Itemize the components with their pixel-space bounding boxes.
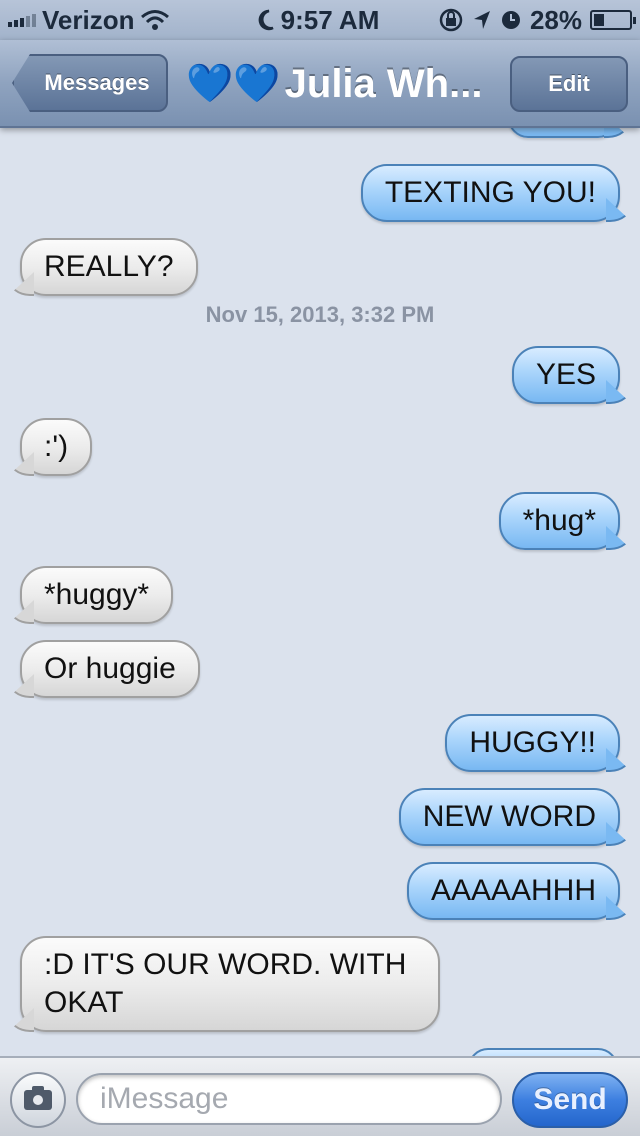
alarm-icon [501, 11, 520, 29]
signal-icon [8, 13, 36, 27]
contact-name: Julia Wh... [284, 61, 483, 106]
message-bubble-incoming[interactable]: :D IT'S OUR WORD. WITH OKAT [20, 936, 440, 1032]
message-timestamp: Nov 15, 2013, 3:32 PM [205, 302, 435, 327]
message-bubble-outgoing[interactable]: *hug* [498, 492, 620, 550]
message-bubble-outgoing[interactable]: TEXTING YOU! [360, 164, 620, 222]
message-text: HUGGY!! [469, 726, 596, 759]
message-bubble-partial [468, 1048, 618, 1056]
camera-button[interactable] [10, 1072, 66, 1128]
message-text: YES [535, 358, 596, 391]
message-text: NEW WORD [422, 800, 596, 833]
edit-button[interactable]: Edit [510, 56, 628, 112]
heart-emoji-icon: 💙💙 [186, 63, 281, 105]
location-icon [473, 11, 490, 29]
back-button[interactable]: Messages [12, 54, 168, 112]
camera-icon [24, 1086, 52, 1110]
message-text: :D IT'S OUR WORD. WITH OKAT [44, 948, 407, 1019]
message-bubble-outgoing[interactable]: YES [511, 346, 620, 404]
carrier-label: Verizon [42, 4, 135, 35]
send-button-label: Send [533, 1083, 607, 1116]
edit-button-label: Edit [548, 71, 590, 96]
message-input[interactable] [76, 1073, 502, 1125]
moon-icon [258, 9, 274, 31]
message-text: *hug* [522, 504, 596, 537]
message-text: AAAAAHHH [430, 874, 596, 907]
message-bubble-incoming[interactable]: *huggy* [20, 566, 174, 624]
battery-icon [590, 10, 636, 30]
send-button[interactable]: Send [512, 1072, 628, 1128]
message-text: Or huggie [44, 652, 176, 685]
message-text: :') [44, 430, 69, 463]
conversation-title: 💙💙 Julia Wh... [186, 56, 486, 112]
back-button-label: Messages [44, 70, 150, 95]
wifi-icon [141, 10, 170, 30]
message-bubble-outgoing[interactable]: NEW WORD [398, 788, 620, 846]
message-bubble-partial [508, 128, 618, 138]
status-bar: Verizon 9:57 AM 28% [0, 0, 640, 40]
message-text: REALLY? [44, 250, 174, 283]
compose-bar: Send [0, 1056, 640, 1136]
nav-bar: Messages 💙💙 Julia Wh... Edit [0, 40, 640, 128]
rotation-lock-icon [439, 8, 463, 32]
battery-percent: 28% [529, 4, 582, 35]
time-label: 9:57 AM [280, 4, 380, 35]
message-bubble-outgoing[interactable]: AAAAAHHH [406, 862, 620, 920]
message-text: TEXTING YOU! [384, 176, 596, 209]
conversation-view[interactable]: TEXTING YOU! REALLY? Nov 15, 2013, 3:32 … [0, 128, 640, 1056]
message-bubble-incoming[interactable]: :') [20, 418, 93, 476]
message-bubble-incoming[interactable]: REALLY? [20, 238, 198, 296]
message-text: *huggy* [44, 578, 150, 611]
message-bubble-outgoing[interactable]: HUGGY!! [445, 714, 620, 772]
message-bubble-incoming[interactable]: Or huggie [20, 640, 200, 698]
